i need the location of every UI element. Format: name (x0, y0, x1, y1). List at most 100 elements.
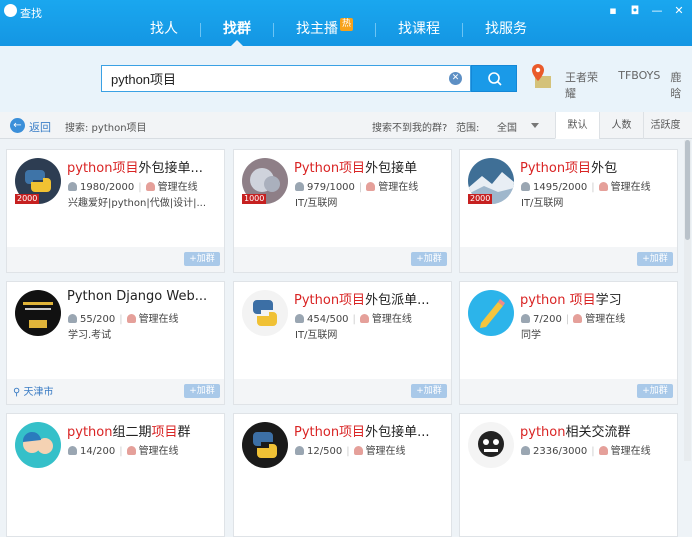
title-text: 外包接单... (138, 161, 203, 176)
members-icon (295, 314, 304, 323)
title-text: 外包接单... (365, 425, 430, 440)
members-icon (295, 446, 304, 455)
window-title: 查找 (20, 7, 42, 20)
group-name[interactable]: Python项目外包接单 (294, 157, 449, 176)
sort-members[interactable]: 人数 (599, 112, 643, 139)
admin-icon (598, 182, 608, 191)
group-name[interactable]: Python项目外包 (520, 157, 675, 176)
admin-icon (353, 446, 363, 455)
group-name[interactable]: python相关交流群 (520, 421, 675, 440)
join-group-button[interactable]: +加群 (411, 252, 447, 266)
group-tags: IT/互联网 (295, 330, 338, 341)
group-card[interactable]: python相关交流群 2336/3000 | 管理在线 (459, 413, 678, 537)
window-controls: ▪ ◘ — ✕ (606, 5, 686, 17)
quick-link[interactable]: TFBOYS (618, 69, 660, 101)
tab-find-people[interactable]: 找人 (128, 18, 200, 46)
title-highlight: python 项目 (520, 293, 596, 308)
group-card[interactable]: Python项目外包接单... 12/500 | 管理在线 (233, 413, 452, 537)
group-meta: 2336/3000 | 管理在线 (521, 442, 651, 457)
group-avatar (15, 290, 61, 336)
join-group-button[interactable]: +加群 (637, 384, 673, 398)
group-name[interactable]: Python Django Web... (67, 289, 222, 304)
sort-activity[interactable]: 活跃度 (643, 112, 687, 139)
group-tags: IT/互联网 (521, 198, 564, 209)
group-meta: 1980/2000 | 管理在线 (68, 178, 198, 193)
admin-icon (126, 446, 136, 455)
title-text: 外包接单 (365, 161, 418, 176)
results-scrollbar[interactable] (684, 140, 691, 461)
search-button[interactable] (471, 65, 517, 92)
title-text: 外包派单... (365, 293, 430, 308)
location-pin-icon[interactable] (529, 62, 553, 90)
back-link[interactable]: 返回 (29, 119, 51, 135)
admin-icon (145, 182, 155, 191)
title-bar: 查找 ▪ ◘ — ✕ 找人 找群 找主播热 找课程 找服务 (0, 0, 692, 46)
clear-icon[interactable]: ✕ (449, 72, 462, 85)
not-found-link[interactable]: 搜索不到我的群? (372, 119, 447, 134)
join-group-button[interactable]: +加群 (184, 384, 220, 398)
admin-status: 管理在线 (585, 314, 626, 325)
admin-icon (598, 446, 608, 455)
admin-status: 管理在线 (157, 182, 198, 193)
tab-find-streamer[interactable]: 找主播热 (274, 18, 375, 46)
group-card[interactable]: 1000 Python项目外包接单 979/1000 | 管理在线 IT/互联网 +… (233, 149, 452, 273)
search-input[interactable] (102, 66, 432, 91)
group-tags: IT/互联网 (295, 198, 338, 209)
sort-default[interactable]: 默认 (555, 112, 599, 139)
capacity-badge: 1000 (242, 194, 267, 204)
title-highlight: python (67, 425, 113, 440)
join-group-button[interactable]: +加群 (411, 384, 447, 398)
group-avatar (242, 290, 288, 336)
join-group-button[interactable]: +加群 (184, 252, 220, 266)
group-tags: 同学 (521, 330, 541, 341)
group-name[interactable]: python项目外包接单... (67, 157, 222, 176)
group-card[interactable]: python组二期项目群 14/200 | 管理在线 (6, 413, 225, 537)
group-card[interactable]: 2000 Python项目外包 1495/2000 | 管理在线 IT/互联网 +加… (459, 149, 678, 273)
group-tags: 学习.考试 (68, 330, 112, 341)
title-text: 相关交流群 (565, 425, 631, 440)
range-select[interactable]: 全国 (497, 119, 517, 134)
admin-icon (126, 314, 136, 323)
quick-link[interactable]: 鹿晗 (670, 69, 692, 101)
chevron-down-icon[interactable] (531, 123, 539, 128)
card-footer: +加群 (234, 379, 451, 404)
range-label: 范围: (456, 123, 480, 134)
minimize-icon[interactable]: — (650, 5, 664, 17)
group-tags: 兴趣爱好|python|代做|设计|... (68, 198, 206, 209)
admin-icon (366, 182, 376, 191)
group-card[interactable]: Python Django Web... 55/200 | 管理在线 学习.考试 ⚲… (6, 281, 225, 405)
group-meta: 12/500 | 管理在线 (295, 442, 406, 457)
group-name[interactable]: Python项目外包派单... (294, 289, 449, 308)
members-icon (521, 182, 530, 191)
title-highlight: Python项目 (294, 425, 366, 440)
admin-status: 管理在线 (610, 446, 651, 457)
title-text: 外包 (591, 161, 618, 176)
title-text: 组二期 (112, 425, 152, 440)
back-arrow-icon[interactable]: ← (10, 118, 25, 133)
skin-icon[interactable]: ◘ (628, 5, 642, 17)
group-card[interactable]: Python项目外包派单... 454/500 | 管理在线 IT/互联网 +加群 (233, 281, 452, 405)
group-name[interactable]: python组二期项目群 (67, 421, 222, 440)
group-meta: 979/1000 | 管理在线 (295, 178, 418, 193)
close-icon[interactable]: ✕ (672, 5, 686, 17)
group-card[interactable]: 2000 python项目外包接单... 1980/2000 | 管理在线 兴趣爱好… (6, 149, 225, 273)
tab-label: 找主播 (296, 21, 338, 37)
member-count: 55/200 (80, 314, 116, 325)
message-icon[interactable]: ▪ (606, 5, 620, 17)
group-card[interactable]: python 项目学习 7/200 | 管理在线 同学 +加群 (459, 281, 678, 405)
quick-link[interactable]: 王者荣耀 (565, 69, 608, 101)
scroll-thumb[interactable] (685, 140, 690, 240)
tab-find-course[interactable]: 找课程 (376, 18, 462, 46)
title-highlight: Python项目 (294, 161, 366, 176)
title-highlight: python (520, 425, 566, 440)
card-footer: ⚲ 天津市 +加群 (7, 379, 224, 404)
group-name[interactable]: Python项目外包接单... (294, 421, 449, 440)
member-count: 454/500 (307, 314, 349, 325)
tab-find-service[interactable]: 找服务 (463, 18, 549, 46)
admin-status: 管理在线 (365, 446, 406, 457)
join-group-button[interactable]: +加群 (637, 252, 673, 266)
group-name[interactable]: python 项目学习 (520, 289, 675, 308)
main-nav: 找人 找群 找主播热 找课程 找服务 (128, 18, 549, 46)
tab-find-group[interactable]: 找群 (201, 18, 273, 46)
title-text: 群 (177, 425, 191, 440)
